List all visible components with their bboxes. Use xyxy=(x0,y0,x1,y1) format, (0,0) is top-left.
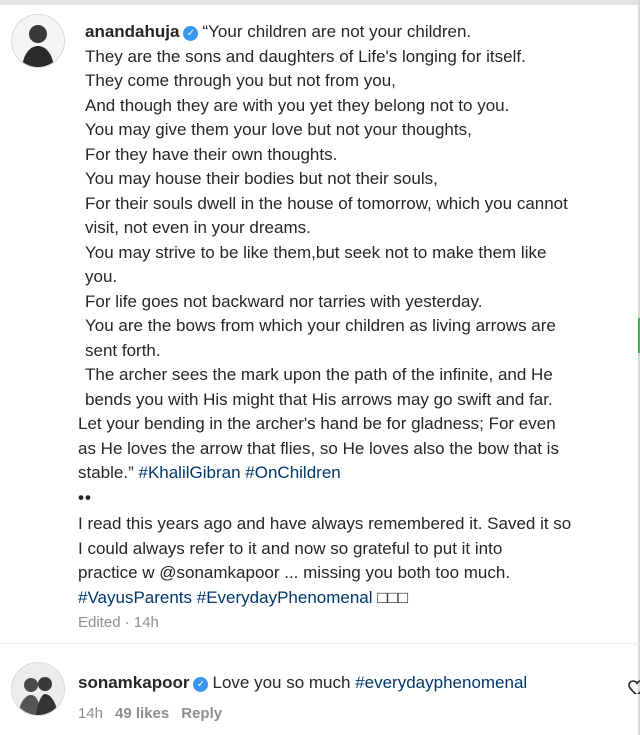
author-avatar[interactable] xyxy=(11,14,65,68)
hashtag-link[interactable]: #KhalilGibran xyxy=(138,463,240,482)
edited-timestamp: Edited · 14h xyxy=(78,614,159,631)
caption-line: They are the sons and daughters of Life'… xyxy=(85,46,526,66)
couple-portrait-icon xyxy=(12,663,64,715)
like-heart-icon xyxy=(628,680,640,694)
caption-line: The archer sees the mark upon the path o… xyxy=(85,365,553,384)
verified-badge-icon: ✓ xyxy=(183,26,199,41)
reply-button[interactable]: Reply xyxy=(181,705,222,722)
comment-line: sonamkapoor ✓ Love you so much #everydayph… xyxy=(78,671,527,695)
caption-line-1: anandahuja ✓ “Your children are not your c… xyxy=(85,20,637,45)
man-portrait-icon xyxy=(12,15,64,67)
heart-icon[interactable] xyxy=(628,680,640,694)
comment-time: 14h xyxy=(78,705,104,722)
hashtag-link[interactable]: #VayusParents xyxy=(78,588,192,607)
caption-line: For their souls dwell in the house of to… xyxy=(85,193,568,213)
caption-line: bends you with His might that His arrows… xyxy=(85,389,553,409)
commenter-avatar[interactable] xyxy=(11,662,65,716)
author-username[interactable]: anandahuja xyxy=(85,22,179,41)
caption-line: as He loves the arrow that flies, so He … xyxy=(78,438,559,458)
note-line: I read this years ago and have always re… xyxy=(78,514,572,533)
note-line: I could always refer to it and now so gr… xyxy=(78,538,503,558)
caption-line: sent forth. xyxy=(85,340,161,360)
comment-meta: 14h 49 likes Reply xyxy=(78,705,222,722)
caption-line: You may strive to be like them,but seek … xyxy=(85,242,547,262)
caption-text: stable.” xyxy=(78,463,139,482)
caption-line: For they have their own thoughts. xyxy=(85,144,338,164)
hashtag-link[interactable]: #everydayphenomenal xyxy=(355,673,527,692)
window-top-border xyxy=(0,0,640,5)
caption-line: Let your bending in the archer's hand be… xyxy=(78,414,556,433)
caption-line: You may house their bodies but not their… xyxy=(85,169,438,188)
caption-line: You may give them your love but not your… xyxy=(85,120,472,139)
note-hashtags-line: #VayusParents #EverydayPhenomenal □□□ xyxy=(78,586,637,611)
caption-line: For life goes not backward nor tarries w… xyxy=(85,291,483,311)
note-line: practice w @sonamkapoor ... missing you … xyxy=(78,563,511,582)
caption-text: “Your children are not your children. xyxy=(202,22,472,41)
hashtag-link[interactable]: #EverydayPhenomenal xyxy=(197,588,373,607)
post-caption: anandahuja ✓ “Your children are not your c… xyxy=(78,20,637,610)
likes-count[interactable]: 49 likes xyxy=(115,705,169,722)
caption-line: visit, not even in your dreams. xyxy=(85,218,311,237)
verified-badge-icon: ✓ xyxy=(193,677,209,692)
separator-dots: •• xyxy=(78,487,92,507)
caption-line: you. xyxy=(85,267,118,286)
commenter-username[interactable]: sonamkapoor xyxy=(78,673,189,692)
caption-line: And though they are with you yet they be… xyxy=(85,95,510,115)
caption-line: They come through you but not from you, xyxy=(85,71,396,90)
emoji-placeholder: □□□ xyxy=(377,587,409,607)
comment-text: Love you so much xyxy=(212,673,356,692)
caption-line-last: stable.” #KhalilGibran #OnChildren xyxy=(78,461,637,486)
caption-line: You are the bows from which your childre… xyxy=(85,316,556,335)
divider xyxy=(0,643,640,644)
hashtag-link[interactable]: #OnChildren xyxy=(245,463,340,482)
